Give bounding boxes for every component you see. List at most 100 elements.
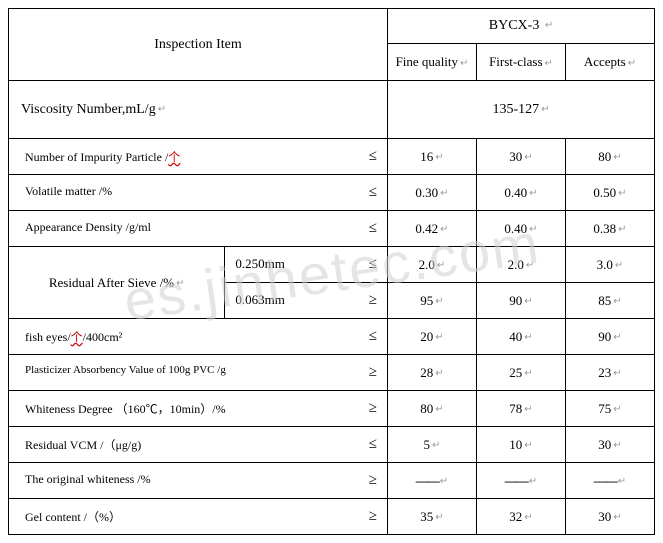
row-impurity-sym: ≤	[341, 148, 387, 165]
whiteness-text: Whiteness Degree （160℃，10min）/%	[17, 400, 341, 417]
sieve-1-fine: 95↵	[388, 283, 477, 319]
para-mark: ↵	[613, 260, 623, 271]
row-volatile-fine: 0.30↵	[388, 175, 477, 211]
para-mark: ↵	[433, 368, 443, 379]
origwhite-sym: ≥	[341, 472, 387, 489]
mesh-0-text: 0.250mm	[235, 256, 341, 273]
para-mark: ↵	[527, 224, 537, 235]
gel-first: 32↵	[477, 499, 566, 535]
para-mark: ↵	[616, 224, 626, 235]
cell-text: 85	[598, 293, 611, 308]
spec-table: Inspection Item BYCX-3 ↵ Fine quality↵ F…	[8, 8, 655, 535]
row-density-sym: ≤	[341, 220, 387, 237]
para-mark: ↵	[433, 512, 443, 523]
row-vcm-label: Residual VCM /（μg/g) ≤	[9, 427, 388, 463]
gel-sym: ≥	[341, 508, 387, 525]
header-first-text: First-class	[489, 54, 542, 69]
gel-fine: 35↵	[388, 499, 477, 535]
para-mark: ↵	[611, 404, 621, 415]
viscosity-value-text: 135-127	[492, 102, 539, 117]
row-density-first: 0.40↵	[477, 211, 566, 247]
header-accepts-text: Accepts	[584, 54, 626, 69]
cell-text: 30	[509, 149, 522, 164]
para-mark: ↵	[522, 368, 532, 379]
mesh-0-sym: ≤	[341, 256, 387, 273]
row-density-text: Appearance Density /g/ml	[17, 220, 341, 237]
para-mark: ↵	[438, 476, 448, 487]
para-mark: ↵	[522, 152, 532, 163]
cell-text: ——	[594, 473, 616, 488]
para-mark: ↵	[174, 278, 184, 289]
cell-text: 23	[598, 365, 611, 380]
header-first-class: First-class↵	[477, 44, 566, 81]
cell-text: 0.38	[593, 221, 616, 236]
para-mark: ↵	[527, 476, 537, 487]
fisheyes-prefix: fish eyes/	[25, 330, 71, 344]
row-origwhite-label: The original whiteness /% ≥	[9, 463, 388, 499]
cell-text: 25	[509, 365, 522, 380]
sieve-1-accepts: 85↵	[566, 283, 655, 319]
para-mark: ↵	[438, 224, 448, 235]
para-mark: ↵	[433, 296, 443, 307]
para-mark: ↵	[435, 260, 445, 271]
para-mark: ↵	[611, 152, 621, 163]
cell-text: 30	[598, 509, 611, 524]
fisheyes-suffix: /400cm²	[83, 330, 123, 344]
cell-text: 40	[509, 329, 522, 344]
fisheyes-red: 个	[71, 330, 83, 344]
cell-text: 95	[420, 293, 433, 308]
cell-text: 80	[598, 149, 611, 164]
cell-text: 75	[598, 401, 611, 416]
para-mark: ↵	[616, 476, 626, 487]
para-mark: ↵	[433, 404, 443, 415]
cell-text: 2.0	[419, 257, 435, 272]
plasticizer-accepts: 23↵	[566, 355, 655, 391]
cell-text: 0.42	[415, 221, 438, 236]
cell-text: 3.0	[597, 257, 613, 272]
row-sieve-label: Residual After Sieve /%↵	[9, 247, 225, 319]
vcm-fine: 5↵	[388, 427, 477, 463]
para-mark: ↵	[522, 296, 532, 307]
para-mark: ↵	[626, 58, 636, 69]
cell-text: 10	[509, 437, 522, 452]
vcm-text: Residual VCM /（μg/g)	[17, 436, 341, 453]
cell-text: 80	[420, 401, 433, 416]
cell-text: 90	[509, 293, 522, 308]
header-product-text: BYCX-3	[489, 18, 543, 33]
sieve-0-fine: 2.0↵	[388, 247, 477, 283]
para-mark: ↵	[543, 58, 553, 69]
whiteness-fine: 80↵	[388, 391, 477, 427]
cell-text: 16	[420, 149, 433, 164]
row-impurity-first: 30↵	[477, 139, 566, 175]
row-volatile-accepts: 0.50↵	[566, 175, 655, 211]
para-mark: ↵	[611, 296, 621, 307]
cell-text: 28	[420, 365, 433, 380]
cell-text: 90	[598, 329, 611, 344]
cell-text: 0.40	[504, 221, 527, 236]
para-mark: ↵	[458, 58, 468, 69]
fisheyes-sym: ≤	[341, 328, 387, 345]
header-fine-text: Fine quality	[396, 54, 458, 69]
para-mark: ↵	[527, 188, 537, 199]
whiteness-first: 78↵	[477, 391, 566, 427]
cell-text: ——	[505, 473, 527, 488]
vcm-sym: ≤	[341, 436, 387, 453]
para-mark: ↵	[539, 104, 549, 115]
gel-text: Gel content /（%）	[17, 508, 341, 525]
para-mark: ↵	[156, 104, 166, 115]
row-plasticizer-label: Plasticizer Absorbency Value of 100g PVC…	[9, 355, 388, 391]
row-volatile-first: 0.40↵	[477, 175, 566, 211]
cell-text: 0.40	[504, 185, 527, 200]
whiteness-accepts: 75↵	[566, 391, 655, 427]
origwhite-accepts: ——↵	[566, 463, 655, 499]
para-mark: ↵	[430, 440, 440, 451]
vcm-accepts: 30↵	[566, 427, 655, 463]
para-mark: ↵	[522, 440, 532, 451]
para-mark: ↵	[611, 512, 621, 523]
cell-text: ——	[416, 473, 438, 488]
para-mark: ↵	[524, 260, 534, 271]
origwhite-fine: ——↵	[388, 463, 477, 499]
row-impurity-red: 个	[168, 150, 180, 164]
para-mark: ↵	[611, 440, 621, 451]
row-whiteness-label: Whiteness Degree （160℃，10min）/% ≥	[9, 391, 388, 427]
